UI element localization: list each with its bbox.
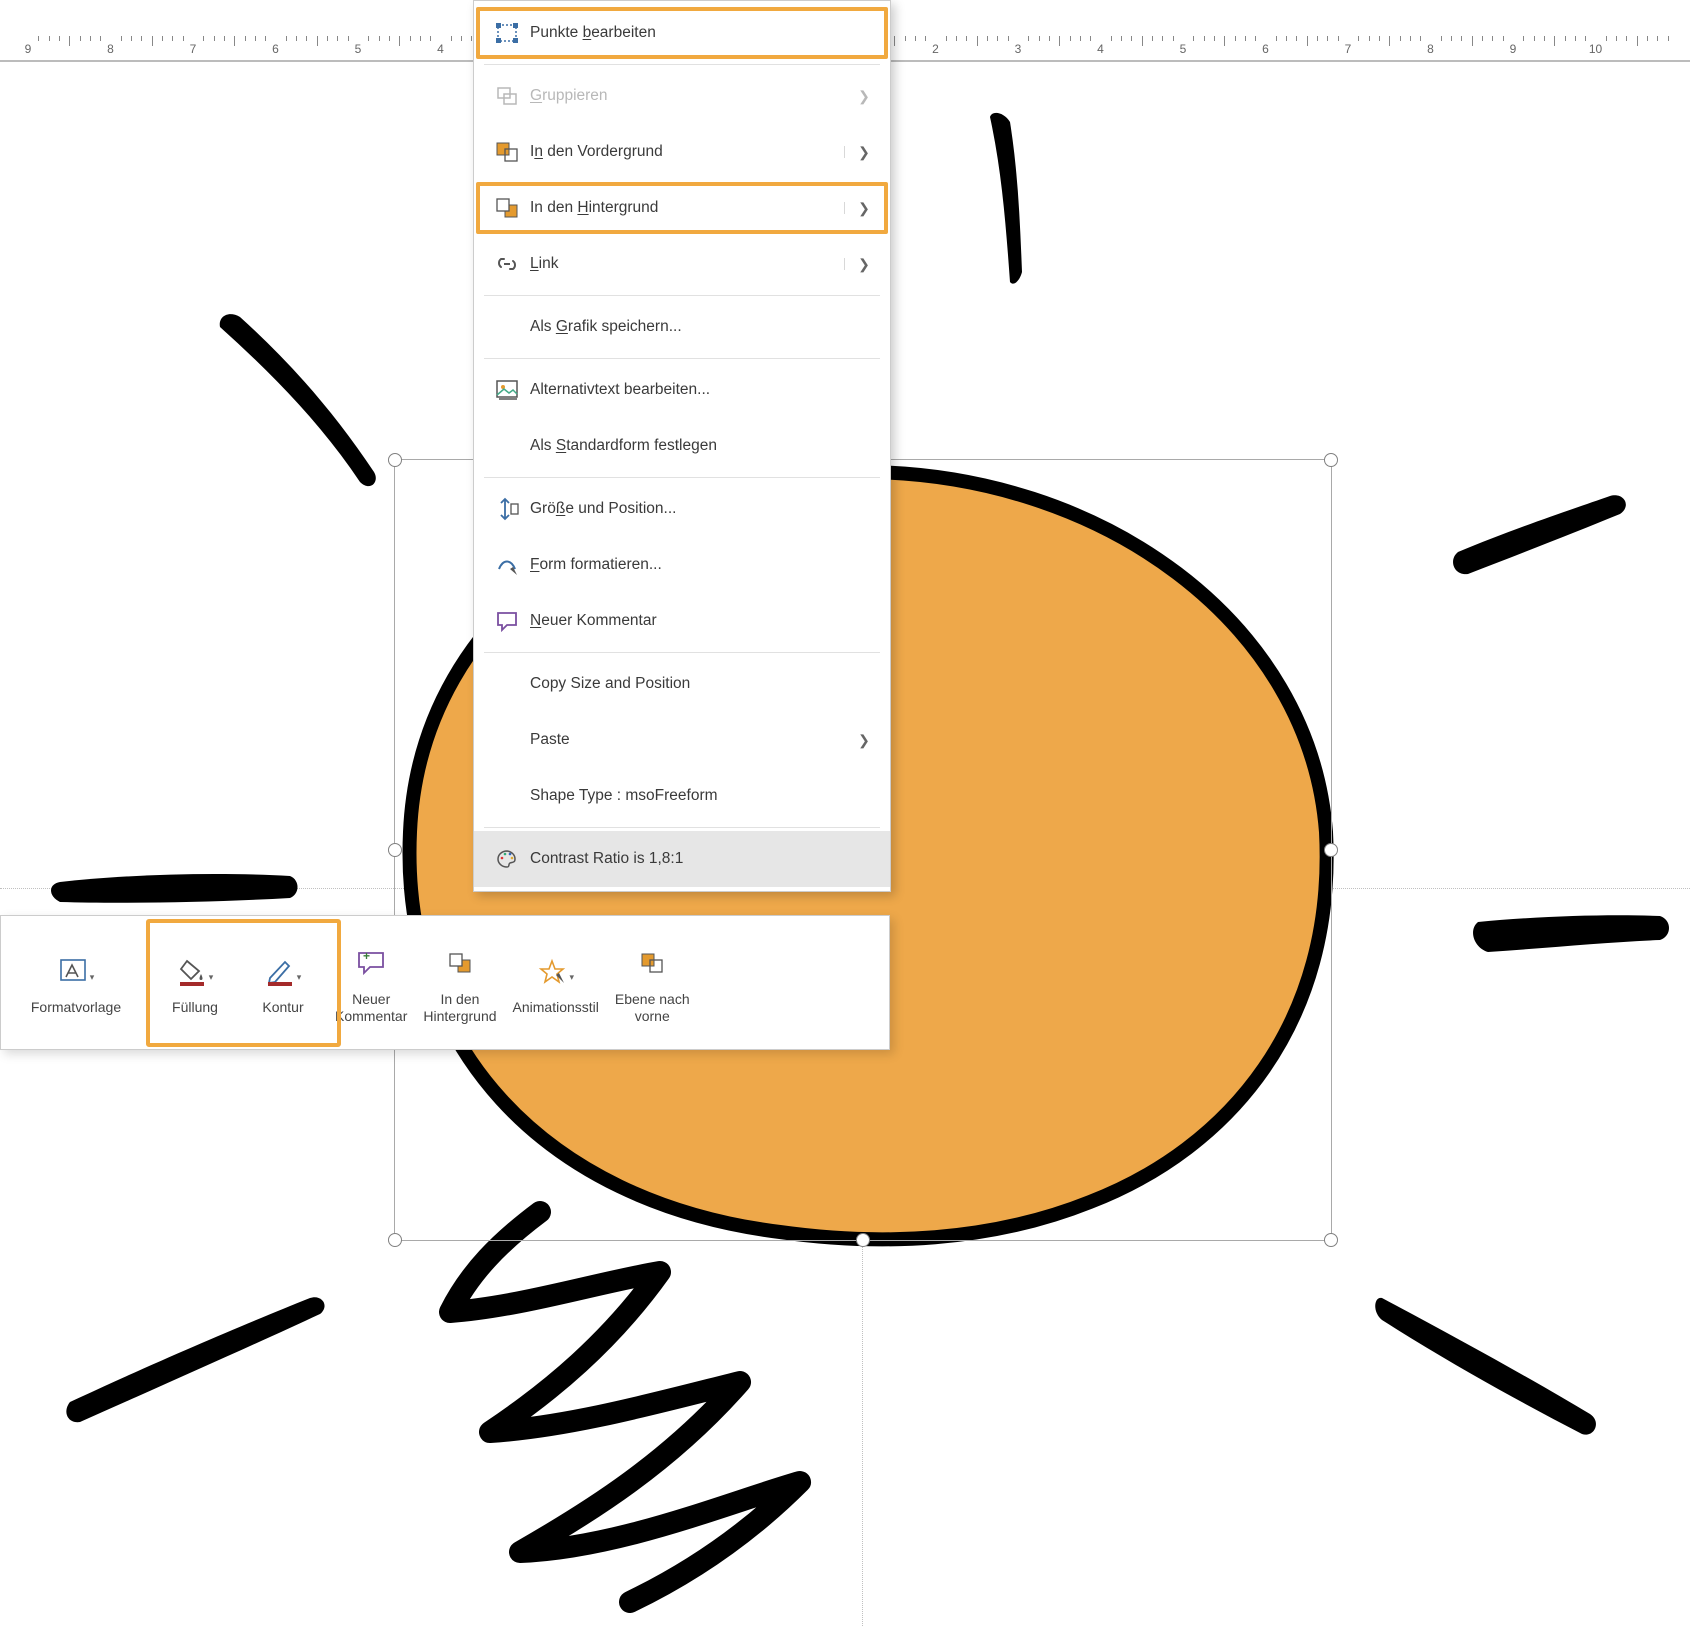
comment-icon	[490, 610, 524, 632]
menu-item-in-den-hintergrund[interactable]: In den Hintergrund❯	[474, 180, 890, 236]
menu-item-label: Link	[524, 255, 852, 273]
menu-item-label: Punkte bearbeiten	[524, 24, 876, 42]
size-pos-icon	[490, 496, 524, 522]
ruler-label: 4	[437, 42, 444, 56]
menu-item-in-den-vordergrund[interactable]: In den Vordergrund❯	[474, 124, 890, 180]
menu-item-label: Neuer Kommentar	[524, 612, 876, 630]
svg-text:+: +	[363, 949, 370, 963]
ruler-label: 9	[1510, 42, 1517, 56]
menu-item-label: Contrast Ratio is 1,8:1	[524, 850, 876, 868]
send-back-icon	[447, 941, 473, 985]
resize-handle[interactable]	[1324, 843, 1338, 857]
submenu-arrow-icon: ❯	[852, 732, 876, 749]
comment-plus-icon: +	[356, 941, 386, 985]
menu-item-label: Als Standardform festlegen	[530, 437, 876, 455]
ruler-label: 8	[107, 42, 114, 56]
resize-handle[interactable]	[1324, 1233, 1338, 1247]
menu-item-als-grafik-speichern[interactable]: Als Grafik speichern...	[474, 299, 890, 355]
toolbar-button-label: In denHintergrund	[423, 991, 496, 1025]
palette-icon	[490, 848, 524, 870]
toolbar-formatvorlage-button[interactable]: ▾ Formatvorlage	[1, 916, 151, 1049]
edit-points-icon	[490, 22, 524, 44]
menu-item-label: Form formatieren...	[524, 556, 876, 574]
menu-item-gruppieren: Gruppieren❯	[474, 68, 890, 124]
menu-item-neuer-kommentar[interactable]: Neuer Kommentar	[474, 593, 890, 649]
resize-handle[interactable]	[1324, 453, 1338, 467]
style-icon: ▾	[58, 949, 95, 993]
toolbar-button-label: Ebene nachvorne	[615, 991, 690, 1025]
bring-front-icon	[639, 941, 665, 985]
ruler-label: 7	[190, 42, 197, 56]
resize-handle[interactable]	[388, 843, 402, 857]
menu-item-alternativtext-bearbeiten[interactable]: Alternativtext bearbeiten...	[474, 362, 890, 418]
toolbar-ebene-nach-vorne-button[interactable]: Ebene nachvorne	[607, 916, 698, 1049]
toolbar-in-den-hintergrund-button[interactable]: In denHintergrund	[415, 916, 504, 1049]
toolbar-button-label: Füllung	[172, 999, 218, 1016]
toolbar-neuer-kommentar-button[interactable]: + NeuerKommentar	[327, 916, 415, 1049]
toolbar-button-label: Formatvorlage	[31, 999, 121, 1016]
resize-handle[interactable]	[856, 1233, 870, 1247]
menu-separator	[484, 295, 880, 296]
toolbar-button-label: Animationsstil	[513, 999, 599, 1016]
ruler-label: 5	[355, 42, 362, 56]
menu-item-shape-type-msofreeform[interactable]: Shape Type : msoFreeform	[474, 768, 890, 824]
toolbar-kontur-button[interactable]: ▾ Kontur	[239, 916, 327, 1049]
menu-item-gr-e-und-position[interactable]: Größe und Position...	[474, 481, 890, 537]
alt-text-icon	[490, 379, 524, 401]
send-back-icon	[490, 196, 524, 220]
bring-front-icon	[490, 140, 524, 164]
ruler-label: 9	[25, 42, 32, 56]
group-icon	[490, 85, 524, 107]
menu-separator	[484, 64, 880, 65]
submenu-arrow-icon: ❯	[852, 144, 876, 161]
menu-item-label: Copy Size and Position	[530, 675, 876, 693]
menu-item-label: In den Vordergrund	[524, 143, 852, 161]
ruler-label: 6	[1262, 42, 1269, 56]
menu-item-label: Als Grafik speichern...	[530, 318, 876, 336]
menu-item-label: In den Hintergrund	[524, 199, 852, 217]
menu-item-paste[interactable]: Paste❯	[474, 712, 890, 768]
ruler-label: 3	[1015, 42, 1022, 56]
menu-item-als-standardform-festlegen[interactable]: Als Standardform festlegen	[474, 418, 890, 474]
menu-separator	[484, 652, 880, 653]
ruler-label: 5	[1180, 42, 1187, 56]
fill-icon: ▾	[177, 949, 214, 993]
menu-item-link[interactable]: Link❯	[474, 236, 890, 292]
context-menu[interactable]: Punkte bearbeitenGruppieren❯In den Vorde…	[473, 0, 891, 892]
ruler-label: 8	[1427, 42, 1434, 56]
toolbar-füllung-button[interactable]: ▾ Füllung	[151, 916, 239, 1049]
menu-item-label: Alternativtext bearbeiten...	[524, 381, 876, 399]
ruler-label: 10	[1589, 42, 1602, 56]
submenu-arrow-icon: ❯	[852, 200, 876, 217]
toolbar-animationsstil-button[interactable]: ▾ Animationsstil	[505, 916, 607, 1049]
menu-item-contrast-ratio-is-1-8-1[interactable]: Contrast Ratio is 1,8:1	[474, 831, 890, 887]
menu-separator	[484, 477, 880, 478]
menu-item-label: Gruppieren	[524, 87, 852, 105]
resize-handle[interactable]	[388, 453, 402, 467]
menu-item-label: Größe und Position...	[524, 500, 876, 518]
ruler-label: 4	[1097, 42, 1104, 56]
mini-toolbar[interactable]: ▾ Formatvorlage ▾ Füllung ▾ Kontur + NeuerKomme…	[0, 915, 890, 1050]
menu-item-label: Paste	[530, 731, 852, 749]
toolbar-button-label: Kontur	[262, 999, 303, 1016]
animation-icon: ▾	[537, 949, 574, 993]
menu-item-punkte-bearbeiten[interactable]: Punkte bearbeiten	[474, 5, 890, 61]
submenu-arrow-icon: ❯	[852, 256, 876, 273]
format-shape-icon	[490, 553, 524, 577]
submenu-arrow-icon: ❯	[852, 88, 876, 105]
menu-item-form-formatieren[interactable]: Form formatieren...	[474, 537, 890, 593]
toolbar-button-label: NeuerKommentar	[335, 991, 407, 1025]
outline-icon: ▾	[265, 949, 302, 993]
menu-separator	[484, 827, 880, 828]
ruler-label: 7	[1345, 42, 1352, 56]
link-icon	[490, 253, 524, 275]
ruler-label: 2	[932, 42, 939, 56]
resize-handle[interactable]	[388, 1233, 402, 1247]
menu-item-copy-size-and-position[interactable]: Copy Size and Position	[474, 656, 890, 712]
menu-separator	[484, 358, 880, 359]
menu-item-label: Shape Type : msoFreeform	[530, 787, 876, 805]
ruler-label: 6	[272, 42, 279, 56]
